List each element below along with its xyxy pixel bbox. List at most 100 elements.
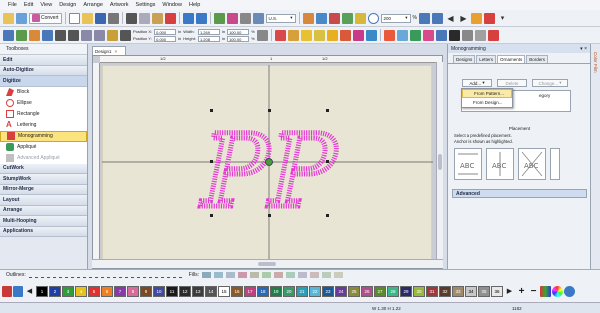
tool-monogramming[interactable]: Monogramming bbox=[0, 130, 87, 142]
stipple-fill-icon[interactable] bbox=[310, 272, 320, 278]
color-swatch[interactable]: 13 bbox=[192, 285, 204, 297]
color-swatch[interactable]: 30 bbox=[413, 285, 425, 297]
section-digitize[interactable]: Digitize bbox=[0, 76, 87, 87]
stitch-view-icon[interactable] bbox=[213, 12, 225, 24]
color-swatch[interactable]: 18 bbox=[257, 285, 269, 297]
rotate-icon[interactable] bbox=[16, 29, 27, 41]
color-film-tab[interactable]: Color Film bbox=[590, 44, 600, 269]
tool-rectangle[interactable]: Rectangle bbox=[0, 108, 87, 120]
layer-icon[interactable] bbox=[422, 29, 434, 41]
color-swatch[interactable]: 27 bbox=[374, 285, 386, 297]
slow-redraw-icon[interactable] bbox=[226, 12, 238, 24]
show-3d-icon[interactable] bbox=[328, 12, 340, 24]
show-design-icon[interactable] bbox=[315, 12, 327, 24]
color-swatch[interactable]: 36 bbox=[491, 285, 503, 297]
section-cutwork[interactable]: CutWork bbox=[0, 163, 87, 174]
menu-item-artwork[interactable]: Artwork bbox=[110, 2, 129, 8]
color-swatch[interactable]: 2 bbox=[49, 285, 61, 297]
tab-ornaments[interactable]: Ornaments bbox=[497, 55, 526, 63]
cut-icon[interactable] bbox=[125, 12, 137, 24]
menu-item-design[interactable]: Design bbox=[59, 2, 76, 8]
tool-appliqu-[interactable]: Appliqué bbox=[0, 141, 87, 153]
add-button[interactable]: Add... ▾ bbox=[462, 79, 492, 87]
shape-tool-icon[interactable] bbox=[326, 29, 338, 41]
reshape-tool-icon[interactable] bbox=[483, 12, 495, 24]
scale-width-field[interactable]: 100.00 bbox=[227, 28, 250, 35]
travel-icon[interactable] bbox=[435, 29, 447, 41]
color-swatch[interactable]: 17 bbox=[244, 285, 256, 297]
tool-block[interactable]: Block bbox=[0, 86, 87, 98]
hoop-icon[interactable] bbox=[239, 12, 251, 24]
mirror-icon[interactable] bbox=[3, 29, 14, 41]
delete-icon[interactable] bbox=[164, 12, 176, 24]
triple-stitch-icon[interactable] bbox=[40, 272, 50, 278]
blend-tool-icon[interactable] bbox=[365, 29, 377, 41]
placement-option-fan[interactable]: ABC bbox=[518, 148, 546, 180]
color-swatch[interactable]: 4 bbox=[75, 285, 87, 297]
motif-outline-icon[interactable] bbox=[76, 272, 86, 278]
lock-icon[interactable] bbox=[107, 29, 118, 41]
advanced-section[interactable]: Advanced bbox=[452, 189, 587, 198]
paste-icon[interactable] bbox=[151, 12, 163, 24]
add-color-icon[interactable]: + bbox=[516, 286, 527, 297]
menu-item-file[interactable]: File bbox=[8, 2, 17, 8]
grid-icon[interactable] bbox=[252, 12, 264, 24]
color-wheel-icon[interactable] bbox=[383, 29, 395, 41]
color-swatch[interactable]: 33 bbox=[452, 285, 464, 297]
arrow-right-icon[interactable]: ▶ bbox=[504, 286, 515, 297]
show-ruler-icon[interactable] bbox=[354, 12, 366, 24]
position-y-field[interactable]: 0.000 bbox=[154, 35, 177, 42]
placement-option-right[interactable] bbox=[550, 148, 560, 180]
color-swatch[interactable]: 19 bbox=[270, 285, 282, 297]
outline-tool-icon[interactable] bbox=[313, 29, 325, 41]
bean-stitch-icon[interactable] bbox=[64, 272, 74, 278]
section-edit[interactable]: Edit bbox=[0, 55, 87, 66]
horizontal-scrollbar[interactable] bbox=[92, 259, 443, 268]
tool-advanced-appliqu-[interactable]: Advanced Appliqué bbox=[0, 152, 87, 164]
color-swatch[interactable]: 35 bbox=[478, 285, 490, 297]
arrow-right-icon[interactable]: ▶ bbox=[458, 13, 469, 24]
sequin-fill-icon[interactable] bbox=[298, 272, 308, 278]
tab-designs[interactable]: Designs bbox=[453, 55, 476, 63]
color-swatch[interactable]: 8 bbox=[127, 285, 139, 297]
scroll-thumb[interactable] bbox=[438, 154, 442, 170]
proportional-lock-icon[interactable] bbox=[256, 29, 268, 41]
zoom-icon[interactable] bbox=[367, 12, 379, 24]
color-swatch[interactable]: 34 bbox=[465, 285, 477, 297]
vertical-scrollbar[interactable] bbox=[436, 62, 443, 259]
more-icon[interactable] bbox=[487, 29, 499, 41]
color-swatch[interactable]: 20 bbox=[283, 285, 295, 297]
color-swatch[interactable]: 32 bbox=[439, 285, 451, 297]
menu-item-window[interactable]: Window bbox=[162, 2, 182, 8]
select-tool-icon[interactable] bbox=[470, 12, 482, 24]
satin-fill-icon[interactable] bbox=[214, 272, 224, 278]
zoom-select[interactable]: 200 ▾ bbox=[380, 13, 411, 23]
stemstitch-icon[interactable] bbox=[112, 272, 122, 278]
heirloom-icon[interactable] bbox=[172, 272, 182, 278]
remove-color-icon[interactable]: − bbox=[528, 286, 539, 297]
color-swatch[interactable]: 5 bbox=[88, 285, 100, 297]
height-field[interactable]: 1.208 bbox=[197, 35, 220, 42]
open-folder-icon[interactable] bbox=[3, 12, 14, 24]
chain-stitch-icon[interactable] bbox=[148, 272, 158, 278]
candlewick-icon[interactable] bbox=[136, 272, 146, 278]
new-icon[interactable] bbox=[68, 12, 80, 24]
menu-item-help[interactable]: Help bbox=[189, 2, 200, 8]
color-swatch[interactable]: 15 bbox=[218, 285, 230, 297]
pin-icon[interactable]: ▾ × bbox=[580, 46, 587, 52]
design-canvas[interactable]: 1/2 1 1/2 PP bbox=[92, 55, 443, 269]
units-select[interactable]: U.S. ▾ bbox=[265, 13, 296, 23]
section-stumpwork[interactable]: StumpWork bbox=[0, 174, 87, 185]
more-icon[interactable]: ▾ bbox=[497, 13, 508, 24]
color-swatch[interactable]: 26 bbox=[361, 285, 373, 297]
tab-letters[interactable]: Letters bbox=[476, 55, 497, 63]
sequence-icon[interactable] bbox=[409, 29, 421, 41]
color-swatch[interactable]: 7 bbox=[114, 285, 126, 297]
thread-chart-icon[interactable] bbox=[540, 285, 551, 297]
eyedropper-icon[interactable] bbox=[2, 285, 12, 297]
color-swatch[interactable]: 14 bbox=[205, 285, 217, 297]
ungroup-icon[interactable] bbox=[94, 29, 105, 41]
placement-option-center[interactable]: ABC bbox=[486, 148, 514, 180]
change-button[interactable]: Change... ▾ bbox=[532, 79, 568, 87]
applique-fill-icon[interactable] bbox=[322, 272, 332, 278]
